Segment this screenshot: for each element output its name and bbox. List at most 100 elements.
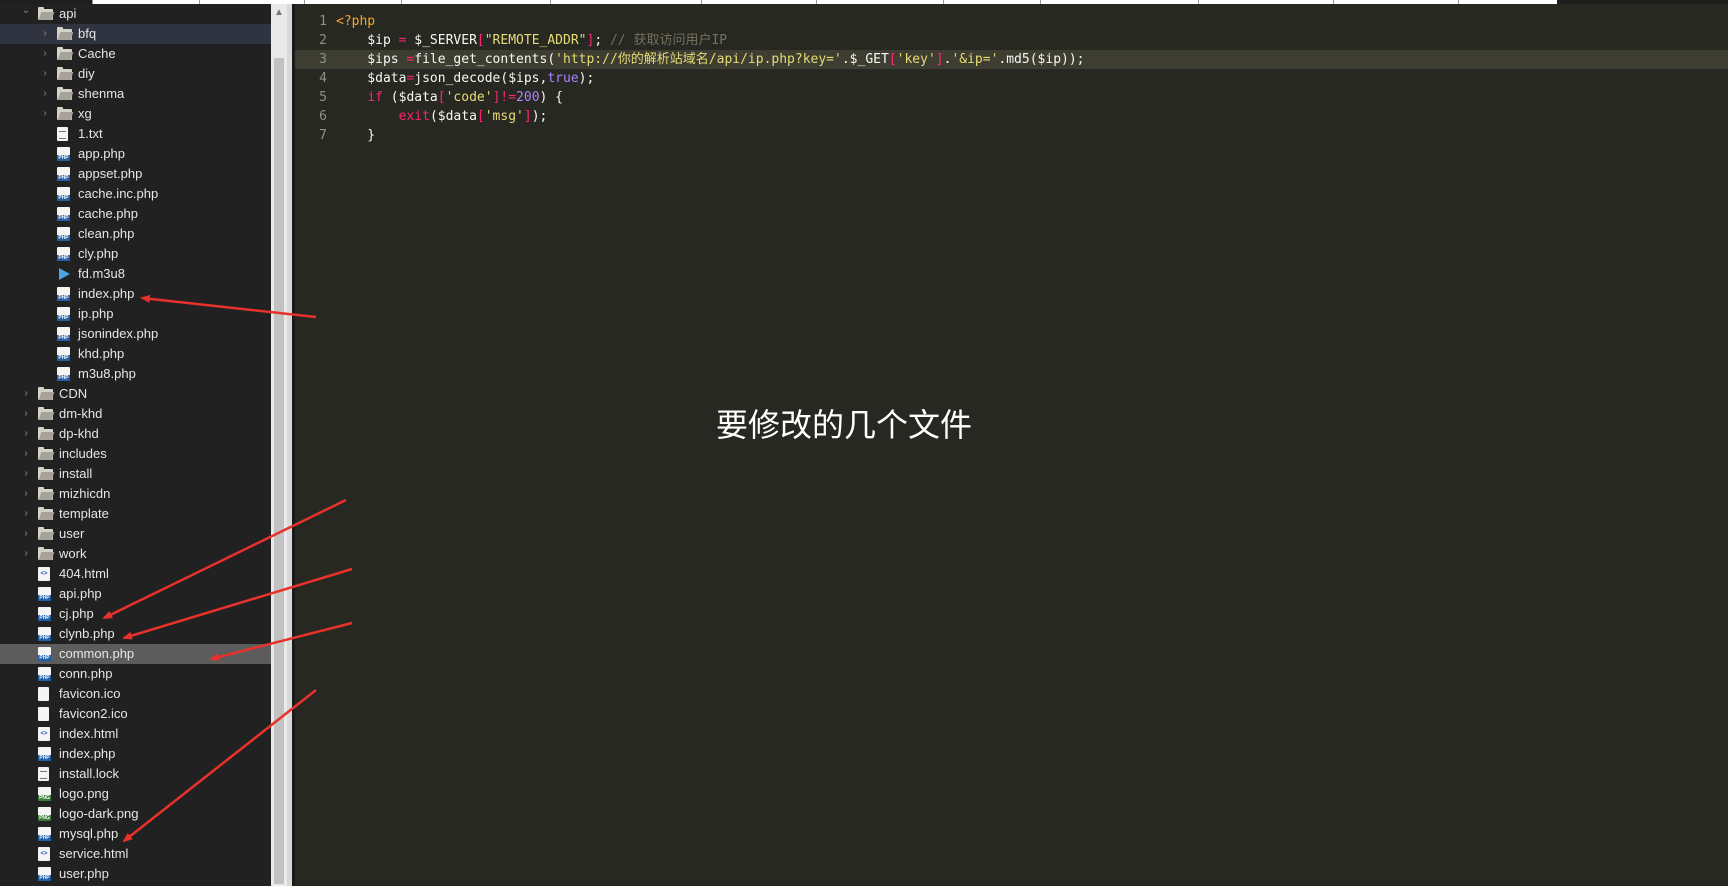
tree-item-label: 1.txt — [78, 126, 103, 141]
tree-item-label: install — [59, 466, 93, 481]
tree-item-label: cj.php — [59, 606, 94, 621]
code-line[interactable]: 3 $ips =file_get_contents('http://你的解析站域… — [295, 50, 1728, 69]
code-text: $ips =file_get_contents('http://你的解析站域名/… — [336, 50, 1085, 69]
chevron-right-icon[interactable]: › — [21, 384, 31, 404]
tree-item[interactable]: m3u8.php — [0, 364, 271, 384]
tree-item[interactable]: › shenma — [0, 84, 271, 104]
tree-item[interactable]: › xg — [0, 104, 271, 124]
php-file-icon — [38, 587, 54, 601]
code-editor[interactable]: 1 <?php 2 $ip = $_SERVER["REMOTE_ADDR"]; /… — [295, 4, 1728, 886]
php-file-icon — [57, 187, 73, 201]
tree-item[interactable]: cache.inc.php — [0, 184, 271, 204]
text-file-icon — [57, 127, 73, 141]
tree-item[interactable]: cly.php — [0, 244, 271, 264]
chevron-right-icon[interactable]: › — [21, 484, 31, 504]
tree-item-label: favicon2.ico — [59, 706, 128, 721]
tree-item[interactable]: › Cache — [0, 44, 271, 64]
tree-item[interactable]: › user — [0, 524, 271, 544]
tree-item-label: khd.php — [78, 346, 125, 361]
chevron-right-icon[interactable]: › — [21, 404, 31, 424]
tree-item[interactable]: index.html — [0, 724, 271, 744]
tree-item-label: dp-khd — [59, 426, 99, 441]
tree-item[interactable]: favicon.ico — [0, 684, 271, 704]
code-token: [ — [476, 109, 485, 124]
chevron-right-icon[interactable]: › — [21, 464, 31, 484]
chevron-right-icon[interactable]: › — [21, 444, 31, 464]
scrollbar-thumb[interactable] — [274, 58, 284, 884]
app-window: ⌄ api › bfq › Cache › diy › shenma › xg 1.txt app.php… — [0, 0, 1728, 886]
tree-item[interactable]: ⌄ api — [0, 4, 271, 24]
tree-item[interactable]: fd.m3u8 — [0, 264, 271, 284]
tree-item[interactable]: › dm-khd — [0, 404, 271, 424]
code-token: ($data — [429, 109, 477, 124]
chevron-down-icon[interactable]: ⌄ — [21, 4, 31, 24]
file-tree-sidebar: ⌄ api › bfq › Cache › diy › shenma › xg 1.txt app.php… — [0, 4, 271, 886]
code-token: .md5($ip)); — [998, 52, 1085, 67]
tree-item-label: user.php — [59, 866, 109, 881]
tree-item-label: template — [59, 506, 109, 521]
line-number: 7 — [319, 128, 327, 143]
tree-item[interactable]: clynb.php — [0, 624, 271, 644]
tree-item[interactable]: appset.php — [0, 164, 271, 184]
tree-item[interactable]: service.html — [0, 844, 271, 864]
tree-item[interactable]: › mizhicdn — [0, 484, 271, 504]
tree-item[interactable]: › work — [0, 544, 271, 564]
tree-item[interactable]: logo.png — [0, 784, 271, 804]
chevron-right-icon[interactable]: › — [21, 544, 31, 564]
tree-item[interactable]: user.php — [0, 864, 271, 884]
tree-item[interactable]: cache.php — [0, 204, 271, 224]
php-file-icon — [38, 747, 54, 761]
tree-item[interactable]: › CDN — [0, 384, 271, 404]
tree-item[interactable]: › bfq — [0, 24, 271, 44]
scroll-up-icon[interactable]: ▲ — [271, 6, 287, 20]
tree-item[interactable]: › install — [0, 464, 271, 484]
tree-item[interactable]: app.php — [0, 144, 271, 164]
tree-item[interactable]: logo-dark.png — [0, 804, 271, 824]
code-token: $_SERVER — [406, 33, 477, 48]
tree-item[interactable]: index.php — [0, 284, 271, 304]
tree-item-label: dm-khd — [59, 406, 103, 421]
tree-item[interactable]: ip.php — [0, 304, 271, 324]
chevron-right-icon[interactable]: › — [21, 524, 31, 544]
tree-item[interactable]: › dp-khd — [0, 424, 271, 444]
chevron-right-icon[interactable]: › — [40, 24, 50, 44]
chevron-right-icon[interactable]: › — [21, 424, 31, 444]
tree-item[interactable]: 1.txt — [0, 124, 271, 144]
sidebar-scrollbar[interactable]: ▲ — [271, 4, 287, 886]
tree-item-label: diy — [78, 66, 95, 81]
code-line[interactable]: 7 } — [295, 126, 1728, 145]
tree-item[interactable]: khd.php — [0, 344, 271, 364]
chevron-right-icon[interactable]: › — [40, 84, 50, 104]
tree-item[interactable]: jsonindex.php — [0, 324, 271, 344]
chevron-right-icon[interactable]: › — [40, 64, 50, 84]
code-token: 'msg' — [484, 109, 524, 124]
code-line[interactable]: 4 $data=json_decode($ips,true); — [295, 69, 1728, 88]
code-line[interactable]: 2 $ip = $_SERVER["REMOTE_ADDR"]; // 获取访问… — [295, 31, 1728, 50]
code-token: $data — [336, 71, 407, 86]
tree-item[interactable]: common.php — [0, 644, 271, 664]
tree-item[interactable]: favicon2.ico — [0, 704, 271, 724]
tree-item[interactable]: 404.html — [0, 564, 271, 584]
php-file-icon — [38, 867, 54, 881]
tree-item[interactable]: › diy — [0, 64, 271, 84]
code-token: <?php — [336, 14, 376, 29]
code-text: $ip = $_SERVER["REMOTE_ADDR"]; // 获取访问用户… — [336, 31, 727, 50]
code-token: // 获取访问用户IP — [609, 33, 728, 48]
tree-item-label: api — [59, 6, 77, 21]
tree-item[interactable]: mysql.php — [0, 824, 271, 844]
tree-item-label: bfq — [78, 26, 97, 41]
tree-item[interactable]: › includes — [0, 444, 271, 464]
code-line[interactable]: 5 if ($data['code']!=200) { — [295, 88, 1728, 107]
tree-item[interactable]: cj.php — [0, 604, 271, 624]
chevron-right-icon[interactable]: › — [40, 44, 50, 64]
tree-item[interactable]: install.lock — [0, 764, 271, 784]
tree-item[interactable]: conn.php — [0, 664, 271, 684]
chevron-right-icon[interactable]: › — [40, 104, 50, 124]
tree-item[interactable]: api.php — [0, 584, 271, 604]
code-line[interactable]: 1 <?php — [295, 12, 1728, 31]
chevron-right-icon[interactable]: › — [21, 504, 31, 524]
tree-item[interactable]: › template — [0, 504, 271, 524]
code-line[interactable]: 6 exit($data['msg']); — [295, 107, 1728, 126]
tree-item[interactable]: clean.php — [0, 224, 271, 244]
tree-item[interactable]: index.php — [0, 744, 271, 764]
